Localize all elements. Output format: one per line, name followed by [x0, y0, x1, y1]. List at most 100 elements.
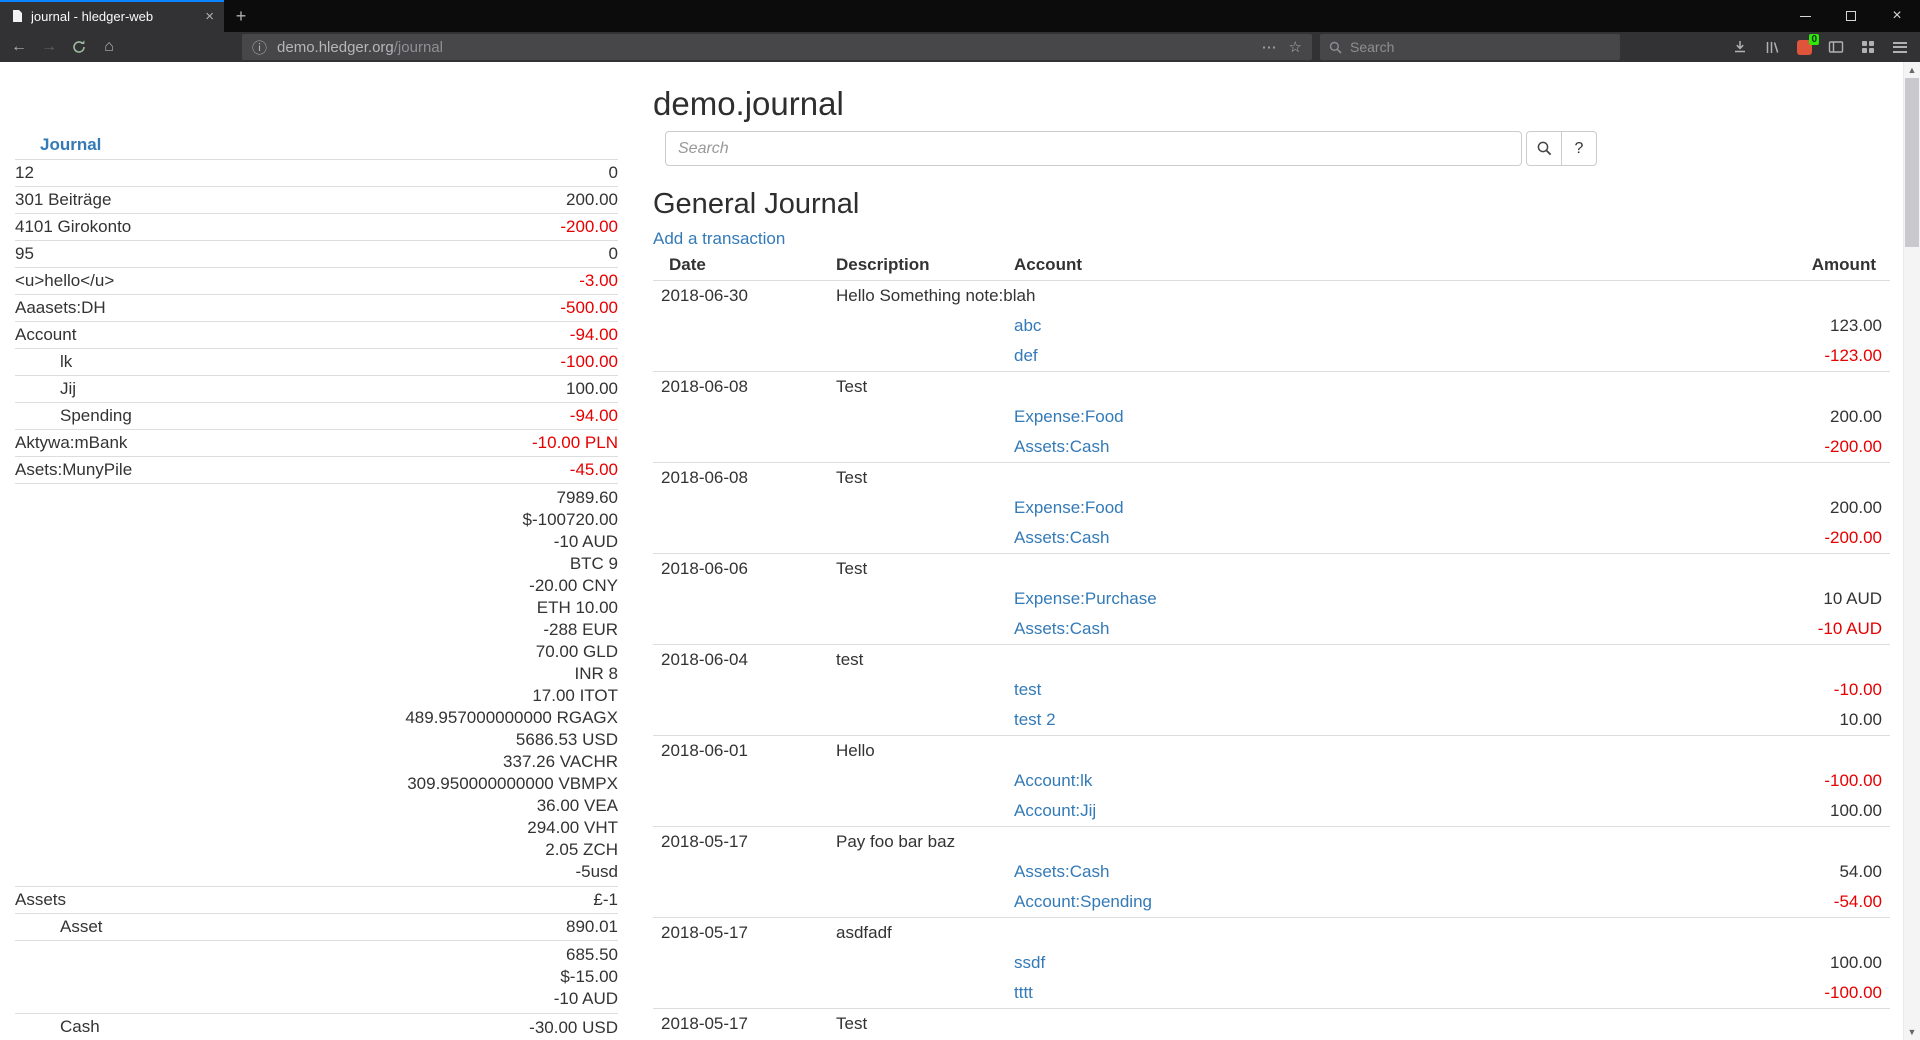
page-actions-icon[interactable]: ⋯: [1260, 38, 1279, 56]
sidebar-account-link[interactable]: Cash: [60, 1017, 100, 1036]
posting-account-link[interactable]: Expense:Food: [1014, 498, 1124, 517]
sidebar-account-link[interactable]: Asset: [60, 917, 103, 936]
bookmark-star-icon[interactable]: ☆: [1287, 38, 1304, 56]
posting-account-link[interactable]: abc: [1014, 316, 1041, 335]
sidebar-account-name: 301 Beiträge: [15, 187, 229, 214]
apps-grid-button[interactable]: [1854, 34, 1882, 60]
posting-account-link[interactable]: Assets:Cash: [1014, 528, 1109, 547]
balance-amount: -200.00: [560, 217, 618, 236]
sidebar-account-link[interactable]: <u>hello</u>: [15, 271, 114, 290]
section-heading: General Journal: [653, 166, 1890, 221]
posting-account-link[interactable]: Expense:Food: [1014, 407, 1124, 426]
posting-account-link[interactable]: Account:Spending: [1014, 892, 1152, 911]
posting-account-link[interactable]: Assets:Cash: [1014, 862, 1109, 881]
journal-search-form: ?: [665, 131, 1890, 166]
new-tab-button[interactable]: +: [224, 0, 258, 32]
scrollbar-down-icon[interactable]: ▼: [1904, 1024, 1920, 1040]
posting-amount: -100.00: [1606, 978, 1890, 1009]
menu-button[interactable]: [1886, 34, 1914, 60]
posting-amount: 123.00: [1606, 311, 1890, 341]
posting-account-link[interactable]: Assets:Cash: [1014, 619, 1109, 638]
search-help-button[interactable]: ?: [1561, 131, 1597, 166]
sidebar-account-row: Account -94.00: [15, 322, 618, 349]
column-header-description: Description: [828, 250, 1006, 281]
forward-button[interactable]: →: [36, 34, 62, 60]
transaction-title-row: 2018-06-04test: [653, 645, 1890, 676]
posting-amount: 54.00: [1606, 857, 1890, 887]
toolbar-search-placeholder: Search: [1350, 39, 1394, 55]
sidebars-toggle-button[interactable]: [1822, 34, 1850, 60]
sidebar-account-link[interactable]: Jij: [60, 379, 76, 398]
main-panel: demo.journal ? General Journal Add a tra…: [618, 62, 1920, 1039]
sidebar-account-link[interactable]: Account: [15, 325, 76, 344]
posting-account-link[interactable]: Expense:Purchase: [1014, 589, 1157, 608]
window-minimize-button[interactable]: [1782, 0, 1828, 32]
journal-search-input[interactable]: [665, 131, 1522, 166]
sidebar-account-link[interactable]: 4101 Girokonto: [15, 217, 131, 236]
sidebar-account-link[interactable]: Aaasets:DH: [15, 298, 106, 317]
toolbar-search-field[interactable]: Search: [1320, 34, 1620, 60]
sidebar-account-link[interactable]: Aktywa:mBank: [15, 433, 127, 452]
sidebar-account-balance: 685.50$-15.00-10 AUD: [229, 941, 618, 1014]
reload-button[interactable]: [66, 34, 92, 60]
journal-nav-link[interactable]: Journal: [40, 135, 101, 154]
back-button[interactable]: ←: [6, 34, 32, 60]
balance-amount: -288 EUR: [229, 619, 618, 641]
tab-close-icon[interactable]: ×: [203, 9, 216, 24]
browser-toolbar: ← → ⌂ ⓘ demo.hledger.org/journal ⋯ ☆ Sea…: [0, 32, 1920, 62]
column-header-account: Account: [1006, 250, 1606, 281]
window-close-button[interactable]: ×: [1874, 0, 1920, 32]
column-header-amount: Amount: [1606, 250, 1890, 281]
sidebar-account-row: Assets£-1: [15, 887, 618, 914]
posting-account: Account:lk: [1006, 766, 1606, 796]
sidebar-account-row: lk-100.00: [15, 349, 618, 376]
sidebar-accounts-body: 120301 Beiträge200.004101 Girokonto-200.…: [15, 160, 618, 1040]
posting-row: Assets:Cash-200.00: [653, 523, 1890, 554]
transaction-description: Test: [828, 463, 1890, 494]
posting-account-link[interactable]: ssdf: [1014, 953, 1045, 972]
transaction-date: 2018-06-06: [653, 554, 828, 585]
posting-account-link[interactable]: Account:lk: [1014, 771, 1092, 790]
sidebar-account-link[interactable]: Asets:MunyPile: [15, 460, 132, 479]
home-button[interactable]: ⌂: [96, 34, 122, 60]
posting-account-link[interactable]: tttt: [1014, 983, 1033, 1002]
sidebar-account-name: 12: [15, 160, 229, 187]
posting-account: Expense:Purchase: [1006, 584, 1606, 614]
sidebar-account-link[interactable]: 95: [15, 244, 34, 263]
search-submit-button[interactable]: [1526, 131, 1562, 166]
downloads-button[interactable]: [1726, 34, 1754, 60]
posting-account-link[interactable]: test 2: [1014, 710, 1056, 729]
posting-account-link[interactable]: test: [1014, 680, 1041, 699]
sidebar-account-link[interactable]: 12: [15, 163, 34, 182]
url-bar[interactable]: ⓘ demo.hledger.org/journal ⋯ ☆: [242, 34, 1312, 60]
balance-amount: 309.950000000000 VBMPX: [229, 773, 618, 795]
balance-amount: 70.00 GLD: [229, 641, 618, 663]
sidebar-account-balance: -94.00: [229, 322, 618, 349]
posting-account: abc: [1006, 311, 1606, 341]
url-path: /journal: [394, 39, 443, 56]
posting-account-link[interactable]: Account:Jij: [1014, 801, 1096, 820]
sidebar-account-link[interactable]: lk: [60, 352, 72, 371]
scrollbar-thumb[interactable]: [1905, 78, 1919, 247]
balance-amount: -45.00: [570, 460, 618, 479]
sidebar-account-link[interactable]: 301 Beiträge: [15, 190, 111, 209]
transaction-description: asdfadf: [828, 918, 1890, 949]
browser-tab[interactable]: journal - hledger-web ×: [0, 0, 224, 32]
sidebar-account-link[interactable]: Assets: [15, 890, 66, 909]
window-maximize-button[interactable]: [1828, 0, 1874, 32]
url-text: demo.hledger.org/journal: [277, 39, 1252, 56]
transaction-description: Hello Something note:blah: [828, 281, 1890, 312]
sidebar-account-link[interactable]: Spending: [60, 406, 132, 425]
posting-account-link[interactable]: def: [1014, 346, 1038, 365]
library-button[interactable]: [1758, 34, 1786, 60]
posting-account-link[interactable]: Assets:Cash: [1014, 437, 1109, 456]
sidebar-account-row: Jij100.00: [15, 376, 618, 403]
vertical-scrollbar[interactable]: ▲ ▼: [1903, 62, 1920, 1040]
site-info-icon[interactable]: ⓘ: [250, 37, 269, 58]
sidebar-account-name: Aktywa:mBank: [15, 430, 229, 457]
posting-amount: -123.00: [1606, 341, 1890, 372]
add-transaction-link[interactable]: Add a transaction: [653, 229, 785, 249]
extension-button[interactable]: 0: [1790, 34, 1818, 60]
scrollbar-up-icon[interactable]: ▲: [1904, 62, 1920, 78]
posting-account: Assets:Cash: [1006, 614, 1606, 645]
